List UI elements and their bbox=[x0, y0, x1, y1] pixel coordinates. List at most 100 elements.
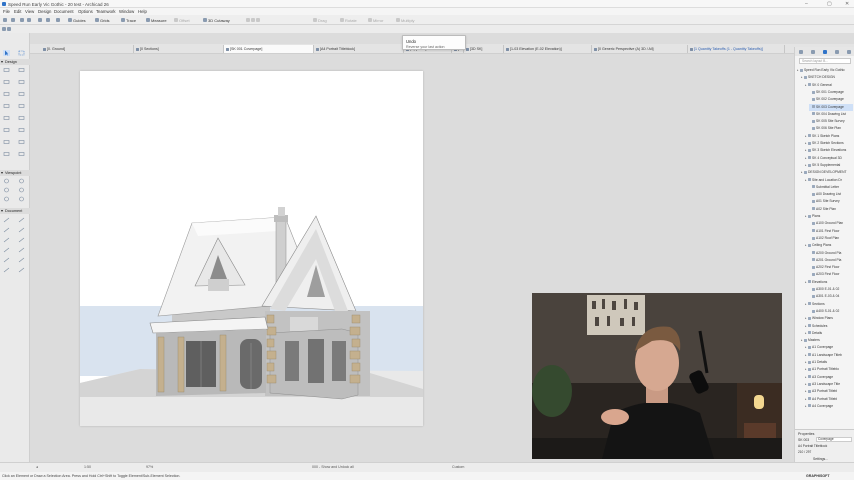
text-tool[interactable] bbox=[3, 227, 10, 233]
layout-sheet[interactable] bbox=[80, 71, 423, 426]
navigator-item[interactable]: ▸ Site and Location Dr bbox=[805, 177, 853, 184]
menu-teamwork[interactable]: Teamwork bbox=[96, 9, 116, 14]
close-button[interactable]: ✕ bbox=[845, 1, 849, 7]
zone-tool[interactable] bbox=[3, 151, 10, 157]
navigator-item[interactable]: ▸ SKETCH DESIGN bbox=[801, 74, 853, 81]
navigator-item[interactable]: A01 Site Survey bbox=[809, 198, 853, 205]
navigator-item[interactable]: SK 005 Site Survey bbox=[809, 118, 853, 125]
line-tool[interactable] bbox=[18, 237, 25, 243]
dimension-tool[interactable] bbox=[3, 217, 10, 223]
stair-tool[interactable] bbox=[3, 103, 10, 109]
redo-button[interactable] bbox=[27, 17, 31, 23]
undo-zoom-icon[interactable]: ◂ bbox=[36, 465, 38, 469]
polyline-tool[interactable] bbox=[18, 247, 25, 253]
renovation-filter[interactable]: 000 - Show and Unlock all bbox=[312, 465, 354, 469]
tab-generic-perspective[interactable]: [0 Generic Perspective (A) 3D / All] bbox=[592, 45, 688, 53]
navigator-item[interactable]: SK 002 Coverpage bbox=[809, 96, 853, 103]
layout-book-icon[interactable] bbox=[823, 49, 827, 54]
align-button[interactable] bbox=[246, 17, 260, 23]
door-tool[interactable] bbox=[3, 115, 10, 121]
elevation-tool[interactable] bbox=[3, 187, 10, 193]
toolbox-section-document[interactable]: Document bbox=[0, 208, 30, 214]
wall-tool[interactable] bbox=[3, 67, 10, 73]
navigator-item[interactable]: ▸ A4 Coverpage bbox=[805, 403, 853, 410]
navigator-item[interactable]: SK 001 Coverpage bbox=[809, 89, 853, 96]
grids-button[interactable]: Grids bbox=[95, 17, 110, 23]
interior-elevation-tool[interactable] bbox=[18, 187, 25, 193]
menu-document[interactable]: Document bbox=[54, 9, 74, 14]
toolbox-section-design[interactable]: Design bbox=[0, 59, 30, 65]
navigator-item[interactable]: ▸ A1 Landscape Titleb bbox=[805, 352, 853, 359]
custom-view-setting[interactable]: Custom bbox=[452, 465, 464, 469]
level-dimension-tool[interactable] bbox=[18, 217, 25, 223]
navigator-item[interactable]: ▸ A1 Details bbox=[805, 359, 853, 366]
navigator-item[interactable]: Submittal Letter bbox=[809, 184, 853, 191]
navigator-item[interactable]: ▸ Sections bbox=[805, 301, 853, 308]
worksheet-tool[interactable] bbox=[3, 196, 10, 202]
fill-tool[interactable] bbox=[3, 237, 10, 243]
save-button[interactable] bbox=[11, 17, 15, 23]
menu-options[interactable]: Options bbox=[78, 9, 93, 14]
tab-quantity-takeoffs[interactable]: [1 Quantity Takeoffs (1 - Quantity Takeo… bbox=[688, 45, 785, 53]
skylight-tool[interactable] bbox=[3, 127, 10, 133]
navigator-item[interactable]: A100 Ground Plan bbox=[809, 220, 853, 227]
pick-button[interactable] bbox=[38, 17, 42, 23]
navigator-item[interactable]: ▸ SK 2 Sketch Sections bbox=[805, 140, 853, 147]
navigator-item[interactable]: A102 Roof Plan bbox=[809, 235, 853, 242]
slab-tool[interactable] bbox=[18, 79, 25, 85]
section-tool[interactable] bbox=[18, 178, 25, 184]
drag-button[interactable]: Drag bbox=[313, 17, 327, 23]
navigator-item[interactable]: A00 Drawing List bbox=[809, 191, 853, 198]
menu-window[interactable]: Window bbox=[119, 9, 134, 14]
figure-tool[interactable] bbox=[18, 257, 25, 263]
spline-tool[interactable] bbox=[18, 267, 25, 273]
menu-view[interactable]: View bbox=[25, 9, 34, 14]
navigator-item[interactable]: ▸ Elevations bbox=[805, 279, 853, 286]
navigator-item[interactable]: ▸ SK 1 Sketch Plans bbox=[805, 133, 853, 140]
object-tool[interactable] bbox=[18, 139, 25, 145]
tab-3d-sk[interactable]: [3D SK] bbox=[464, 45, 504, 53]
marquee-tool[interactable] bbox=[18, 50, 25, 56]
view-map-icon[interactable] bbox=[811, 49, 815, 54]
multiply-button[interactable]: Multiply bbox=[396, 17, 415, 23]
menu-edit[interactable]: Edit bbox=[14, 9, 21, 14]
arc-tool[interactable] bbox=[3, 247, 10, 253]
curtain-wall-tool[interactable] bbox=[18, 127, 25, 133]
cutaway-button[interactable]: 3D Cutaway bbox=[203, 17, 230, 23]
navigator-item[interactable]: A300 E-01 & 02 bbox=[809, 286, 853, 293]
trace-button[interactable]: Trace bbox=[121, 17, 136, 23]
window-tool[interactable] bbox=[18, 115, 25, 121]
navigator-item[interactable]: SK 006 Site Plan bbox=[809, 125, 853, 132]
properties-name-field[interactable]: Coverpage bbox=[816, 437, 852, 442]
drawing-tool[interactable] bbox=[3, 257, 10, 263]
navigator-item[interactable]: ▸ DESIGN DEVELOPMENT bbox=[801, 169, 853, 176]
undo-button[interactable] bbox=[20, 17, 24, 23]
navigator-item[interactable]: ▸ Schedules bbox=[805, 323, 853, 330]
inject-button[interactable] bbox=[46, 17, 50, 23]
tab-sections[interactable]: [0 Sections] bbox=[134, 45, 224, 53]
camera-tool[interactable] bbox=[3, 178, 10, 184]
navigator-item[interactable]: ▸ A4 Portrait Titlebl bbox=[805, 396, 853, 403]
navigator-item[interactable]: SK 004 Drawing List bbox=[809, 111, 853, 118]
navigator-item[interactable]: ▸ SK 4 Conceptual 3D bbox=[805, 155, 853, 162]
navigator-item[interactable]: A400 S-01 & 02 bbox=[809, 308, 853, 315]
mirror-button[interactable]: Mirror bbox=[368, 17, 383, 23]
railing-tool[interactable] bbox=[18, 103, 25, 109]
navigator-item[interactable]: ▸ Details bbox=[805, 330, 853, 337]
maximize-button[interactable]: ▢ bbox=[827, 1, 832, 7]
label-tool[interactable] bbox=[18, 227, 25, 233]
organizer-icon[interactable] bbox=[847, 49, 851, 54]
navigator-item[interactable]: A203 First Floor bbox=[809, 271, 853, 278]
guides-button[interactable]: Guides bbox=[68, 17, 86, 23]
navigator-item[interactable]: A200 Ground Pla bbox=[809, 250, 853, 257]
publisher-icon[interactable] bbox=[835, 49, 839, 54]
navigator-item[interactable]: ▸ A3 Portrait Titlebl bbox=[805, 388, 853, 395]
navigator-item[interactable]: SK 003 Coverpage bbox=[809, 103, 853, 111]
tab-ground-plan[interactable]: [0. Ground] bbox=[41, 45, 134, 53]
offset-button[interactable]: Offset bbox=[174, 17, 190, 23]
hotspot-tool[interactable] bbox=[3, 267, 10, 273]
morph-tool[interactable] bbox=[3, 139, 10, 145]
shell-tool[interactable] bbox=[18, 91, 25, 97]
tab-titleblock[interactable]: [A4 Portrait Titleblock] bbox=[314, 45, 404, 53]
scale-field[interactable]: 1:50 bbox=[84, 465, 91, 469]
